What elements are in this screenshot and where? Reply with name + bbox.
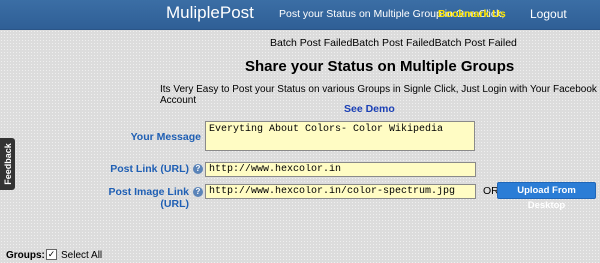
post-image-input[interactable] <box>205 184 476 199</box>
status-message: Batch Post FailedBatch Post FailedBatch … <box>270 37 517 49</box>
bookmark-link[interactable]: Bookmark Us <box>438 8 506 20</box>
upload-from-desktop-button[interactable]: Upload From Desktop <box>497 182 596 211</box>
select-all-checkbox[interactable]: ✓ <box>46 249 57 260</box>
post-image-label: Post Image Link (URL) <box>108 186 189 210</box>
help-icon[interactable]: ? <box>193 164 203 174</box>
select-all-label[interactable]: Select All <box>61 250 102 261</box>
groups-label: Groups: <box>6 250 45 261</box>
post-link-input[interactable] <box>205 162 476 177</box>
top-navigation-bar: MuliplePost Post your Status on Multiple… <box>0 0 600 30</box>
feedback-tab[interactable]: Feedback <box>0 138 15 190</box>
page-title: Share your Status on Multiple Groups <box>245 58 515 75</box>
feedback-label: Feedback <box>2 143 13 185</box>
see-demo-link[interactable]: See Demo <box>344 103 395 115</box>
brand-logo[interactable]: MuliplePost <box>166 3 254 23</box>
post-link-label: Post Link (URL) <box>110 163 189 175</box>
message-label: Your Message <box>130 131 201 143</box>
logout-link[interactable]: Logout <box>530 7 567 21</box>
message-textarea[interactable]: Everyting About Colors- Color Wikipedia <box>205 121 475 151</box>
help-icon[interactable]: ? <box>193 187 203 197</box>
